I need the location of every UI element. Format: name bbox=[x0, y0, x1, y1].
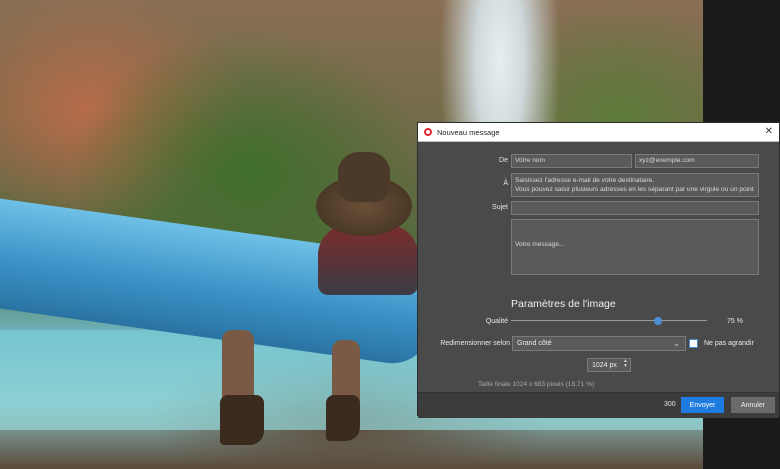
subject-field[interactable] bbox=[511, 201, 759, 215]
dialog-title: Nouveau message bbox=[437, 127, 500, 137]
send-button[interactable]: Envoyer bbox=[681, 397, 724, 413]
final-size-text: Taille finale 1024 x 683 pixels (18,71 %… bbox=[478, 381, 595, 388]
photo-boot-left bbox=[220, 395, 264, 445]
recipient-field[interactable]: Saisissez l'adresse e-mail de votre dest… bbox=[511, 173, 759, 197]
email-field[interactable]: xyz@exemple.com bbox=[635, 154, 759, 168]
stepper-arrows-icon[interactable]: ▲ ▼ bbox=[623, 359, 628, 369]
to-label: À bbox=[503, 180, 508, 187]
subject-label: Sujet bbox=[492, 204, 508, 211]
close-icon[interactable]: ✕ bbox=[765, 126, 773, 138]
character-count: 300 bbox=[664, 401, 676, 408]
recipient-placeholder-line1: Saisissez l'adresse e-mail de votre dest… bbox=[515, 177, 655, 184]
message-field[interactable]: Votre message... bbox=[511, 219, 759, 275]
resize-select[interactable]: Grand côté ⌄ bbox=[512, 336, 686, 351]
new-message-dialog: Nouveau message ✕ De Votre nom xyz@exemp… bbox=[417, 122, 780, 418]
recipient-placeholder-line2: Vous pouvez saisir plusieurs adresses en… bbox=[515, 186, 754, 193]
photo-boot-right bbox=[326, 395, 360, 441]
dialog-footer: 300 Envoyer Annuler bbox=[418, 392, 779, 418]
photo-hat-top bbox=[338, 152, 390, 202]
from-label: De bbox=[499, 157, 508, 164]
dialog-content: De Votre nom xyz@exemple.com À Saisissez… bbox=[418, 142, 779, 418]
quality-slider-thumb[interactable] bbox=[654, 317, 662, 325]
no-enlarge-checkbox[interactable] bbox=[689, 339, 698, 348]
no-enlarge-label: Ne pas agrandir bbox=[704, 340, 754, 347]
chevron-down-icon: ⌄ bbox=[673, 339, 680, 348]
opera-logo-icon bbox=[424, 128, 432, 136]
size-value: 1024 px bbox=[592, 362, 617, 369]
dialog-titlebar[interactable]: Nouveau message ✕ bbox=[418, 123, 779, 142]
resize-label: Redimensionner selon bbox=[440, 340, 510, 347]
resize-selected-value: Grand côté bbox=[517, 340, 552, 347]
quality-slider-track[interactable] bbox=[511, 320, 707, 321]
name-field[interactable]: Votre nom bbox=[511, 154, 632, 168]
quality-value: 75 % bbox=[727, 318, 743, 325]
cancel-button[interactable]: Annuler bbox=[731, 397, 775, 413]
quality-label: Qualité bbox=[485, 318, 508, 325]
image-settings-title: Paramètres de l'image bbox=[511, 298, 616, 310]
size-stepper[interactable]: 1024 px ▲ ▼ bbox=[587, 358, 631, 372]
